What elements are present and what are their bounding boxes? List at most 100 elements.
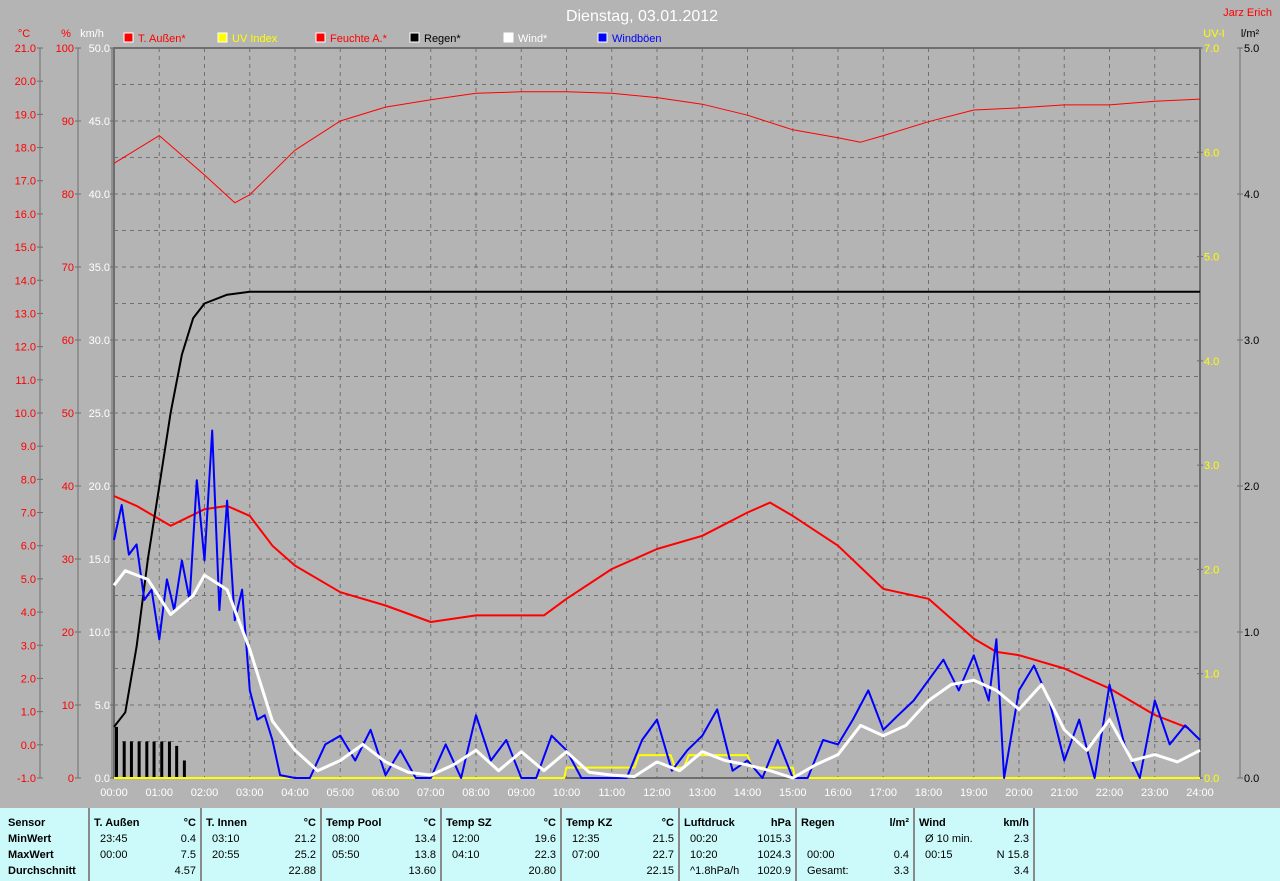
x-tick-label: 08:00 [462,787,490,799]
humidity-tick-label: 20 [62,627,74,639]
rain-bar [167,741,171,778]
stats-row: 00:00 7.5 [94,847,196,863]
humidity-tick-label: 30 [62,554,74,566]
uv-tick-label: 7.0 [1204,43,1219,55]
grid [113,47,1201,779]
temp-tick-label: 7.0 [21,508,36,520]
legend-label: Wind* [518,33,548,45]
wind-tick-label: 25.0 [89,408,110,420]
stats-row: 07:00 22.7 [566,847,674,863]
x-tick-label: 23:00 [1141,787,1169,799]
temp-tick-label: 19.0 [15,109,36,121]
column-name: T. Außen [94,817,140,829]
legend-label: Regen* [424,33,461,45]
legend-swatch [597,32,608,43]
wind-tick-label: 10.0 [89,627,110,639]
temp-tick-label: 10.0 [15,408,36,420]
legend-label: Windböen [612,33,662,45]
wind-tick-label: 30.0 [89,335,110,347]
x-tick-label: 09:00 [507,787,535,799]
column-name: Wind [919,817,946,829]
x-tick-label: 12:00 [643,787,671,799]
x-tick-label: 13:00 [688,787,716,799]
x-tick-label: 00:00 [100,787,128,799]
x-tick-label: 03:00 [236,787,264,799]
stats-row: 13.60 [326,863,436,879]
stats-row [801,831,909,847]
legend-swatch [315,32,326,43]
row-labels-column: Sensor MinWert MaxWert Durchschnitt [0,808,90,881]
x-tick-label: 11:00 [598,787,625,799]
humidity-tick-label: 90 [62,116,74,128]
temp-tick-label: 6.0 [21,541,36,553]
column-name: Temp Pool [326,817,382,829]
stats-label: 03:10 [212,833,240,845]
temp-tick-label: 14.0 [15,275,36,287]
temp-tick-label: 17.0 [15,176,36,188]
stats-label: 12:35 [572,833,600,845]
stats-value: 21.5 [652,833,674,845]
stats-row: 10:20 1024.3 [684,847,791,863]
stats-value: 22.7 [652,849,674,861]
stats-column: T. Außen °C 23:45 0.4 00:00 7.5 4.57 [90,808,202,881]
x-tick-label: 17:00 [869,787,897,799]
stats-label: 00:00 [807,849,835,861]
stats-label: ^1.8hPa/h [690,865,740,877]
stats-value: 2.3 [1013,833,1029,845]
rain-bar [160,741,164,778]
x-tick-label: 20:00 [1005,787,1033,799]
humidity-tick-label: 10 [62,700,74,712]
humidity-tick-label: 60 [62,335,74,347]
row-label: MinWert [8,833,52,845]
stats-value: 25.2 [294,849,316,861]
stats-label: 00:00 [100,849,128,861]
x-tick-label: 05:00 [326,787,354,799]
stats-row: Gesamt: 3.3 [801,863,909,879]
stats-row: 04:10 22.3 [446,847,556,863]
temp-tick-label: 4.0 [21,607,36,619]
stats-value: N 15.8 [996,849,1029,861]
uv-axis-unit: UV-I [1203,28,1224,40]
stats-label: Gesamt: [807,865,849,877]
x-tick-label: 15:00 [779,787,807,799]
legend: T. Außen* UV Index Feuchte A.* Regen* Wind* W… [123,32,662,45]
stats-row: 00:20 1015.3 [684,831,791,847]
x-tick-label: 14:00 [734,787,762,799]
stats-label: 08:00 [332,833,360,845]
uv-tick-label: 0.0 [1204,773,1219,785]
stats-value: 22.88 [288,865,316,877]
temp-tick-label: 2.0 [21,673,36,685]
uv-tick-label: 4.0 [1204,356,1219,368]
rain-bar [182,760,186,778]
humidity-tick-label: 80 [62,189,74,201]
series-regen [113,290,1200,728]
temp-tick-label: 20.0 [15,76,36,88]
user-name: Jarz Erich [1223,7,1272,19]
stats-row: 4.57 [94,863,196,879]
stats-label: Ø 10 min. [925,833,973,845]
stats-column: Temp KZ °C 12:35 21.5 07:00 22.7 22.15 [562,808,680,881]
legend-label: T. Außen* [138,33,186,45]
x-tick-label: 07:00 [417,787,445,799]
legend-swatch [409,32,420,43]
wind-tick-label: 20.0 [89,481,110,493]
humidity-tick-label: 100 [56,43,74,55]
column-header: T. Innen °C [206,815,316,831]
column-header: Wind km/h [919,815,1029,831]
stats-value: 0.4 [893,849,909,861]
stats-value: 0.4 [180,833,196,845]
temp-tick-label: 15.0 [15,242,36,254]
column-name: Temp SZ [446,817,492,829]
stats-column: Temp SZ °C 12:00 19.6 04:10 22.3 20.80 [442,808,562,881]
temp-tick-label: 11.0 [15,375,36,387]
stats-label: 10:20 [690,849,718,861]
humidity-tick-label: 50 [62,408,74,420]
column-name: Regen [801,817,835,829]
wind-tick-label: 5.0 [95,700,110,712]
stats-column: T. Innen °C 03:10 21.2 20:55 25.2 22.88 [202,808,322,881]
stats-value: 19.6 [534,833,556,845]
stats-value: 1020.9 [757,865,791,877]
legend-label: UV Index [232,33,278,45]
column-unit: °C [661,817,674,829]
stats-value: 7.5 [180,849,196,861]
